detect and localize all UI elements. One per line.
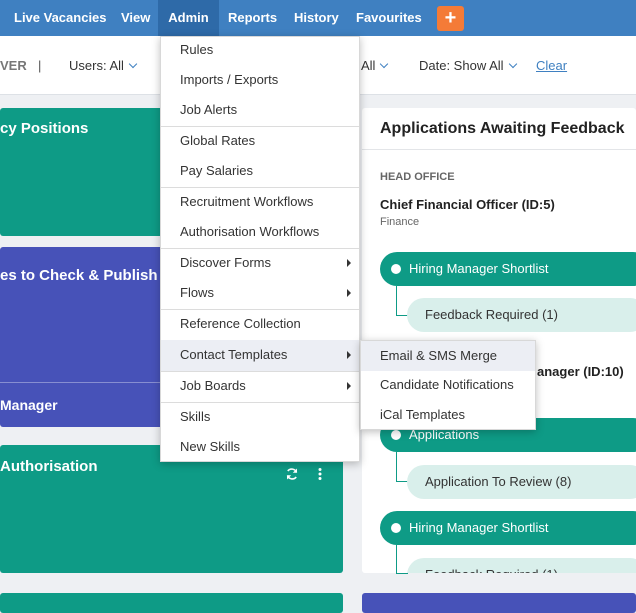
manager-row-label: Manager [0, 397, 58, 413]
office-label: HEAD OFFICE [380, 171, 455, 183]
menu-item-skills[interactable]: Skills [161, 402, 359, 432]
menu-item-label: Job Boards [180, 378, 246, 393]
users-filter-label: Users: All [69, 58, 124, 73]
filter-divider: | [38, 58, 42, 73]
submenu-item-ical-templates[interactable]: iCal Templates [361, 400, 535, 430]
filter-ver-label: VER [0, 58, 27, 73]
menu-item-label: Authorisation Workflows [180, 224, 320, 239]
submenu-item-candidate-notifications[interactable]: Candidate Notifications [361, 370, 535, 400]
add-button[interactable]: + [437, 6, 464, 31]
menu-item-label: Discover Forms [180, 255, 272, 270]
partial-filter-label: All [361, 58, 376, 73]
submenu-item-email-sms-merge[interactable]: Email & SMS Merge [361, 341, 535, 371]
chevron-right-icon [347, 351, 351, 359]
menu-item-reference-collection[interactable]: Reference Collection [161, 309, 359, 339]
menu-item-flows[interactable]: Flows [161, 278, 359, 308]
panel-header-divider [362, 149, 636, 150]
nav-view[interactable]: View [121, 0, 150, 36]
stage-label: Hiring Manager Shortlist [409, 520, 549, 535]
feedback-required-item-2[interactable]: Feedback Required (1) [407, 558, 636, 573]
chevron-down-icon [128, 59, 138, 69]
application-to-review-item[interactable]: Application To Review (8) [407, 465, 636, 499]
menu-item-label: Pay Salaries [180, 163, 253, 178]
chevron-down-icon [380, 59, 389, 69]
refresh-icon[interactable] [285, 467, 299, 481]
nav-reports[interactable]: Reports [228, 0, 277, 36]
menu-item-label: Job Alerts [180, 102, 238, 117]
date-filter-label: Date: Show All [419, 58, 504, 73]
job-department: Finance [380, 216, 420, 228]
job-title[interactable]: Chief Financial Officer (ID:5) [380, 197, 555, 212]
nav-favourites[interactable]: Favourites [356, 0, 422, 36]
menu-item-label: Reference Collection [180, 316, 301, 331]
menu-item-label: Global Rates [180, 133, 256, 148]
substage-label: Feedback Required (1) [425, 558, 558, 573]
stage-hiring-manager-shortlist-2[interactable]: Hiring Manager Shortlist [380, 511, 636, 545]
nav-live-vacancies[interactable]: Live Vacancies [14, 0, 107, 36]
stage-dot-icon [391, 264, 401, 274]
authorisation-title: Authorisation [0, 458, 98, 475]
partial-filter[interactable]: All [361, 58, 389, 74]
submenu-item-label: Email & SMS Merge [380, 348, 498, 363]
substage-label: Application To Review (8) [425, 474, 572, 489]
contact-templates-submenu: Email & SMS Merge Candidate Notification… [360, 340, 536, 430]
check-publish-title: es to Check & Publish [0, 267, 158, 284]
chevron-right-icon [347, 259, 351, 267]
stage-connector [396, 452, 408, 482]
menu-item-label: Imports / Exports [180, 72, 279, 87]
chevron-down-icon [508, 59, 517, 69]
bottom-left-card [0, 593, 343, 613]
panel-title: Applications Awaiting Feedback [380, 120, 625, 137]
chevron-right-icon [347, 289, 351, 297]
menu-item-authorisation-workflows[interactable]: Authorisation Workflows [161, 217, 359, 247]
date-filter[interactable]: Date: Show All [419, 58, 517, 74]
chevron-right-icon [347, 382, 351, 390]
submenu-item-label: Candidate Notifications [380, 377, 514, 392]
admin-dropdown-menu: Rules Imports / Exports Job Alerts Globa… [160, 36, 360, 462]
menu-item-contact-templates[interactable]: Contact Templates [161, 340, 359, 371]
stage-label: Hiring Manager Shortlist [409, 261, 549, 276]
feedback-required-item[interactable]: Feedback Required (1) [407, 298, 636, 332]
menu-item-label: Contact Templates [180, 347, 288, 362]
menu-item-job-boards[interactable]: Job Boards [161, 371, 359, 401]
users-filter[interactable]: Users: All [69, 58, 138, 74]
menu-item-label: Skills [180, 409, 211, 424]
vacancy-positions-title: cy Positions [0, 120, 89, 137]
substage-clip: Feedback Required (1) [407, 558, 636, 573]
menu-item-label: New Skills [180, 439, 240, 454]
menu-item-job-alerts[interactable]: Job Alerts [161, 95, 359, 125]
menu-item-new-skills[interactable]: New Skills [161, 432, 359, 462]
menu-item-imports-exports[interactable]: Imports / Exports [161, 65, 359, 95]
nav-history[interactable]: History [294, 0, 339, 36]
menu-item-pay-salaries[interactable]: Pay Salaries [161, 156, 359, 186]
substage-label: Feedback Required (1) [425, 307, 558, 322]
menu-item-label: Flows [180, 285, 214, 300]
job-title-partial[interactable]: anager (ID:10) [537, 364, 624, 379]
menu-item-label: Rules [180, 42, 214, 57]
submenu-item-label: iCal Templates [380, 407, 466, 422]
clear-filters-link[interactable]: Clear [536, 58, 567, 74]
stage-dot-icon [391, 430, 401, 440]
menu-item-rules[interactable]: Rules [161, 35, 359, 65]
menu-item-recruitment-workflows[interactable]: Recruitment Workflows [161, 187, 359, 217]
menu-item-global-rates[interactable]: Global Rates [161, 126, 359, 156]
nav-admin[interactable]: Admin [158, 0, 219, 36]
menu-item-discover-forms[interactable]: Discover Forms [161, 248, 359, 278]
bottom-right-card [362, 593, 636, 613]
menu-item-label: Recruitment Workflows [180, 194, 314, 209]
stage-hiring-manager-shortlist[interactable]: Hiring Manager Shortlist [380, 252, 636, 286]
top-navigation-bar: Live Vacancies View Admin Reports Histor… [0, 0, 636, 36]
more-vertical-icon[interactable] [317, 467, 323, 481]
stage-dot-icon [391, 523, 401, 533]
